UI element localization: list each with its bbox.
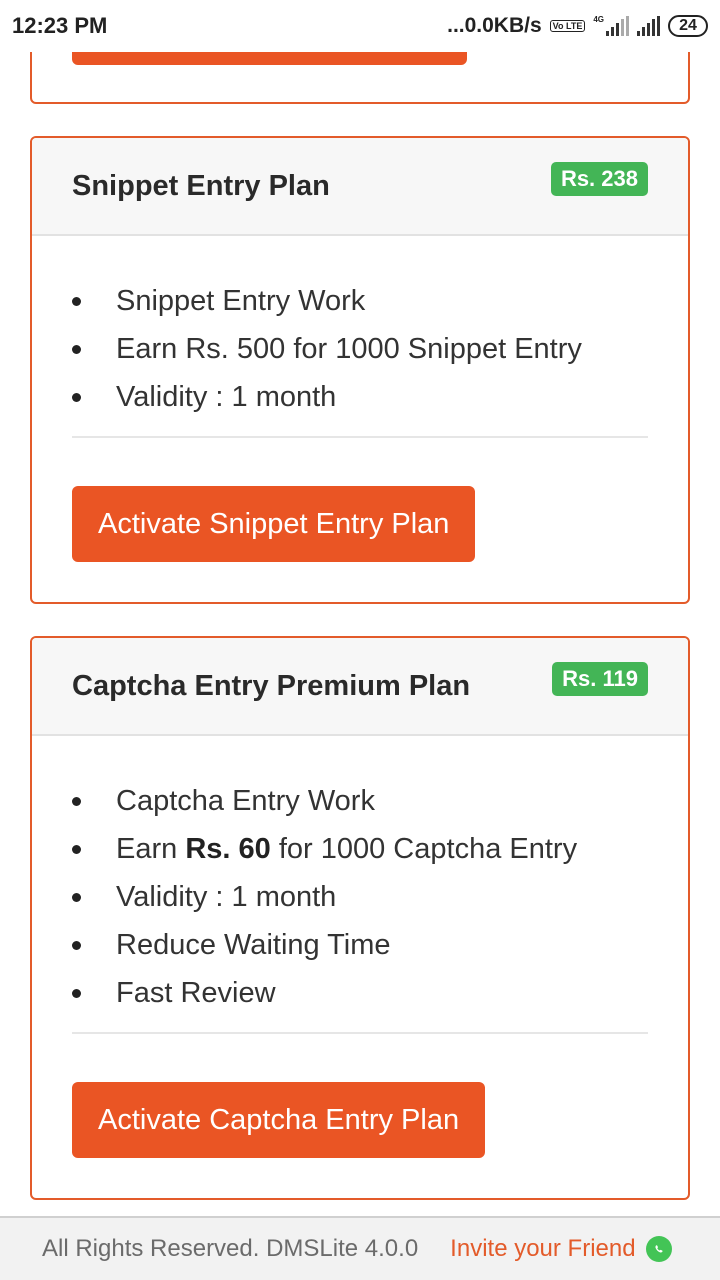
volte-icon: Vo LTE <box>549 20 586 32</box>
divider <box>72 1032 648 1034</box>
invite-friend-link[interactable]: Invite your Friend <box>450 1235 635 1263</box>
plan-card-header: Captcha Entry Premium Plan Rs. 119 <box>32 638 688 736</box>
network-type-label: 4G <box>593 15 604 24</box>
feature-item: Validity : 1 month <box>72 880 648 928</box>
feature-item: Validity : 1 month <box>72 380 648 428</box>
battery-icon: 24 <box>668 15 708 37</box>
plan-title: Snippet Entry Plan <box>72 170 330 202</box>
feature-list: Captcha Entry Work Earn Rs. 60 for 1000 … <box>32 736 688 1024</box>
plan-title: Captcha Entry Premium Plan <box>72 670 471 702</box>
feature-earn-amount: Rs. 60 <box>185 833 271 865</box>
feature-item: Reduce Waiting Time <box>72 928 648 976</box>
feature-list: Snippet Entry Work Earn Rs. 500 for 1000… <box>32 236 688 428</box>
feature-text-suffix: for 1000 Captcha Entry <box>270 833 578 865</box>
signal-4g-icon: 4G <box>593 16 629 36</box>
footer: All Rights Reserved. DMSLite 4.0.0 Invit… <box>0 1216 720 1280</box>
feature-item: Snippet Entry Work <box>72 284 648 332</box>
plan-card-header: Snippet Entry Plan Rs. 238 <box>32 138 688 236</box>
activate-captcha-plan-button[interactable]: Activate Captcha Entry Plan <box>72 1082 486 1158</box>
feature-item: Earn Rs. 500 for 1000 Snippet Entry <box>72 332 648 380</box>
whatsapp-icon[interactable] <box>645 1236 672 1262</box>
feature-item: Fast Review <box>72 976 648 1024</box>
signal-icon <box>637 16 660 36</box>
plan-card-captcha: Captcha Entry Premium Plan Rs. 119 Captc… <box>30 636 690 1200</box>
divider <box>72 436 648 438</box>
price-badge: Rs. 119 <box>552 662 648 696</box>
network-speed: ...0.0KB/s <box>447 14 542 37</box>
feature-item: Earn Rs. 60 for 1000 Captcha Entry <box>72 832 648 880</box>
copyright-text: All Rights Reserved. DMSLite 4.0.0 <box>42 1235 419 1262</box>
status-icons: ...0.0KB/s Vo LTE 4G 24 <box>447 14 708 38</box>
price-badge: Rs. 238 <box>550 162 648 196</box>
activate-snippet-plan-button[interactable]: Activate Snippet Entry Plan <box>72 486 476 562</box>
status-bar: 12:23 PM ...0.0KB/s Vo LTE 4G 24 <box>0 0 720 52</box>
plan-card-snippet: Snippet Entry Plan Rs. 238 Snippet Entry… <box>30 136 690 604</box>
feature-item: Captcha Entry Work <box>72 784 648 832</box>
status-time: 12:23 PM <box>12 13 108 38</box>
feature-text-prefix: Earn <box>116 833 186 865</box>
